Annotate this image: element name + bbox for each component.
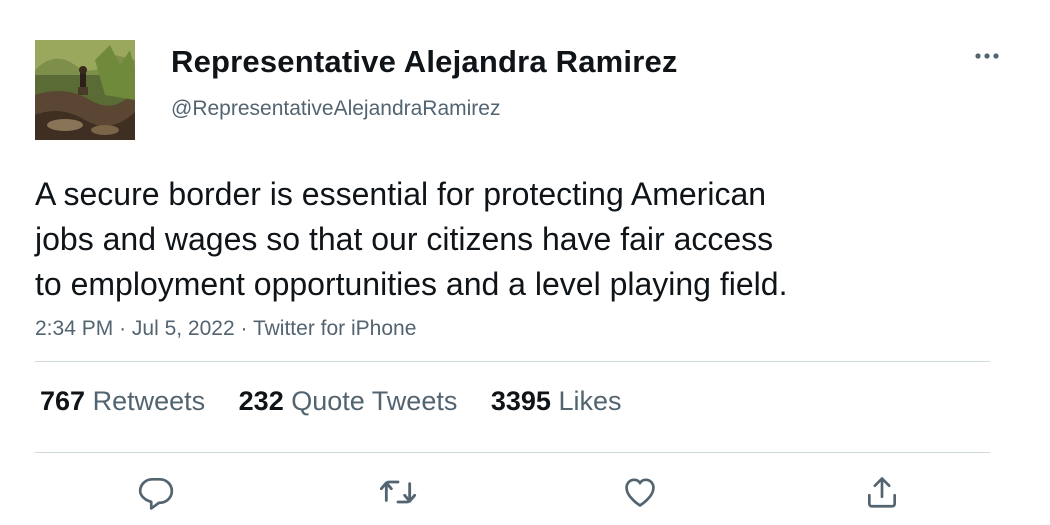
- tweet-detail: Representative Alejandra Ramirez @Repres…: [0, 0, 1050, 525]
- likes-stat[interactable]: 3395 Likes: [491, 386, 622, 417]
- heart-icon: [625, 478, 655, 507]
- share-icon: [867, 477, 897, 508]
- avatar[interactable]: [35, 40, 135, 140]
- retweet-button[interactable]: [378, 472, 418, 512]
- meta-separator: ·: [240, 317, 248, 340]
- tweet-metadata: 2:34 PM · Jul 5, 2022 · Twitter for iPho…: [35, 317, 416, 341]
- divider: [35, 452, 990, 453]
- retweets-label: Retweets: [92, 386, 206, 416]
- retweet-icon: [379, 480, 417, 504]
- more-horizontal-icon: [975, 53, 999, 59]
- tweet-text: A secure border is essential for protect…: [35, 172, 915, 307]
- divider: [35, 361, 990, 362]
- tweet-source[interactable]: Twitter for iPhone: [253, 317, 416, 340]
- tweet-text-line: A secure border is essential for protect…: [35, 176, 767, 212]
- meta-separator: ·: [119, 317, 127, 340]
- quote-tweets-stat[interactable]: 232 Quote Tweets: [239, 386, 458, 417]
- tweet-text-line: jobs and wages so that our citizens have…: [35, 221, 774, 257]
- quote-tweets-count: 232: [238, 386, 284, 416]
- retweets-stat[interactable]: 767 Retweets: [40, 386, 205, 417]
- user-handle[interactable]: @RepresentativeAlejandraRamirez: [171, 97, 500, 121]
- reply-icon: [138, 477, 174, 510]
- likes-count: 3395: [490, 386, 551, 416]
- tweet-time[interactable]: 2:34 PM: [35, 317, 113, 340]
- engagement-stats: 767 Retweets 232 Quote Tweets 3395 Likes: [40, 386, 647, 417]
- likes-label: Likes: [558, 386, 622, 416]
- quote-tweets-label: Quote Tweets: [291, 386, 458, 416]
- tweet-date[interactable]: Jul 5, 2022: [132, 317, 235, 340]
- display-name[interactable]: Representative Alejandra Ramirez: [171, 44, 678, 80]
- tweet-text-line: to employment opportunities and a level …: [35, 266, 788, 302]
- share-button[interactable]: [862, 472, 902, 512]
- avatar-photo: [35, 40, 135, 140]
- reply-button[interactable]: [136, 472, 176, 512]
- retweets-count: 767: [40, 386, 86, 416]
- like-button[interactable]: [620, 472, 660, 512]
- more-options-button[interactable]: [970, 42, 1004, 70]
